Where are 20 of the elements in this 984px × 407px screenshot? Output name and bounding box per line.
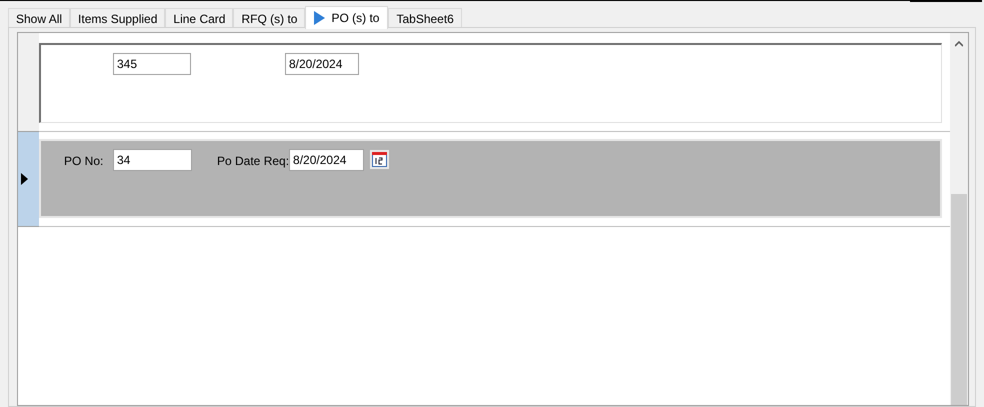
field-label: PO No: bbox=[63, 153, 104, 170]
current-record-icon bbox=[21, 173, 28, 185]
scroll-up-icon[interactable] bbox=[955, 41, 963, 47]
input-field[interactable]: 8/20/2024 bbox=[285, 53, 359, 75]
tab[interactable]: Items Supplied bbox=[70, 8, 166, 28]
scrollbar-thumb[interactable] bbox=[951, 194, 967, 405]
tab[interactable]: TabSheet6 bbox=[388, 8, 462, 28]
tab[interactable]: Line Card bbox=[165, 8, 234, 28]
play-icon bbox=[314, 11, 326, 25]
calendar-button[interactable] bbox=[370, 150, 390, 169]
row-selector[interactable] bbox=[18, 132, 39, 227]
tab[interactable]: Show All bbox=[8, 8, 70, 28]
calendar-icon bbox=[372, 152, 388, 167]
input-field[interactable]: 345 bbox=[113, 53, 191, 75]
input-field[interactable]: 34 bbox=[113, 149, 192, 171]
tab[interactable]: RFQ (s) to bbox=[233, 8, 306, 28]
field-label: Po Date Req: bbox=[217, 153, 290, 170]
scrollbar[interactable] bbox=[950, 33, 968, 405]
tab[interactable]: PO (s) to bbox=[305, 6, 388, 29]
input-field[interactable]: 8/20/2024 bbox=[289, 149, 364, 171]
